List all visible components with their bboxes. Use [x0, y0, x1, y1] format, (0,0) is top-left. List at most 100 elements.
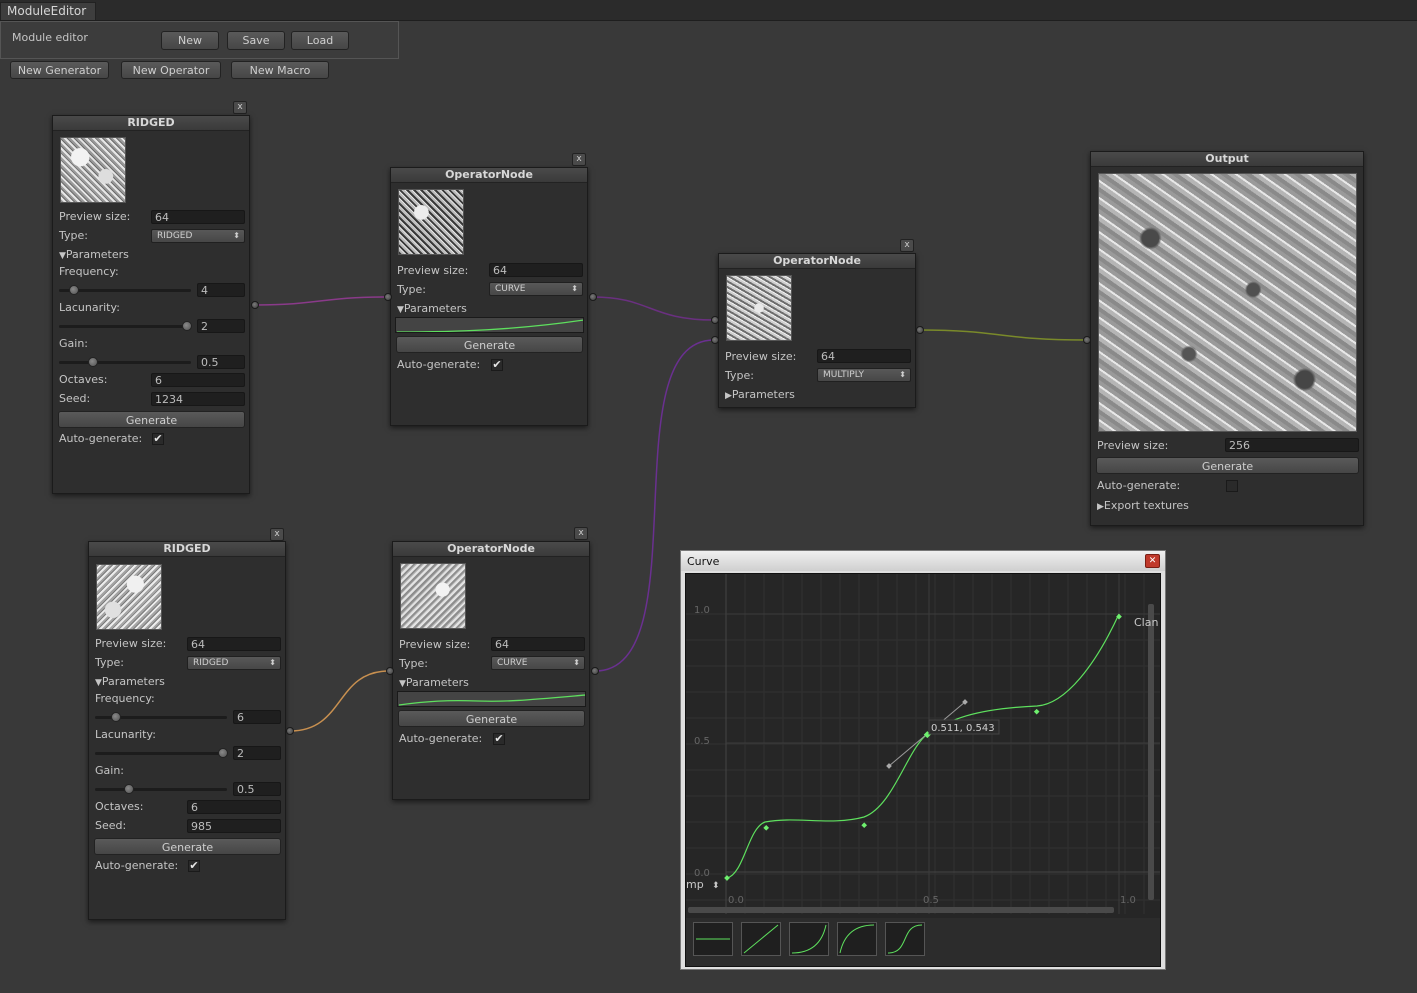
output-node[interactable]: Output Preview size: 256 Generate Auto-g… — [1090, 151, 1364, 526]
pre-wrap-mode-arrow-icon: ⬍ — [712, 881, 720, 891]
output-port[interactable] — [916, 326, 924, 334]
type-select[interactable]: CURVE ⬍ — [491, 656, 585, 670]
close-icon[interactable]: x — [270, 528, 284, 541]
curve-window-titlebar[interactable] — [681, 551, 1165, 571]
type-select[interactable]: RIDGED ⬍ — [187, 656, 281, 670]
input-port[interactable] — [384, 293, 392, 301]
auto-generate-checkbox[interactable]: ✔ — [493, 733, 505, 745]
curve-graph[interactable]: 1.0 0.5 0.0 0.0 0.5 1.0 Clan mp ⬍ 0.511,… — [686, 574, 1160, 966]
seed-label: Seed: — [95, 819, 127, 832]
generate-button[interactable]: Generate — [58, 411, 245, 428]
ridged-node-2[interactable]: RIDGED Preview size: 64 Type: RIDGED ⬍ ▼P… — [88, 541, 286, 920]
parameters-foldout[interactable]: ▼Parameters — [397, 302, 467, 315]
lacunarity-slider-track[interactable] — [95, 752, 227, 755]
preview-size-field[interactable]: 256 — [1225, 438, 1359, 452]
preview-size-field[interactable]: 64 — [187, 637, 281, 651]
output-port[interactable] — [251, 301, 259, 309]
parameters-foldout[interactable]: ▼Parameters — [399, 676, 469, 689]
octaves-field[interactable]: 6 — [151, 373, 245, 387]
gain-slider-track[interactable] — [59, 361, 191, 364]
lacunarity-slider-handle[interactable] — [218, 748, 228, 758]
lacunarity-field[interactable]: 2 — [197, 319, 245, 333]
node-title: OperatorNode — [391, 168, 587, 183]
curve-preview-field[interactable] — [395, 317, 584, 333]
gain-slider-handle[interactable] — [88, 357, 98, 367]
generate-button[interactable]: Generate — [1096, 457, 1359, 474]
lacunarity-slider-handle[interactable] — [182, 321, 192, 331]
generate-button[interactable]: Generate — [396, 336, 583, 353]
parameters-label: Parameters — [101, 675, 165, 688]
seed-field[interactable]: 985 — [187, 819, 281, 833]
lacunarity-field[interactable]: 2 — [233, 746, 281, 760]
node-title: RIDGED — [53, 116, 249, 131]
output-port[interactable] — [591, 667, 599, 675]
noise-preview-image — [96, 564, 162, 630]
preset-ease-out-icon — [839, 924, 875, 954]
parameters-foldout[interactable]: ▼Parameters — [95, 675, 165, 688]
octaves-field[interactable]: 6 — [187, 800, 281, 814]
auto-generate-label: Auto-generate: — [95, 859, 179, 872]
frequency-field[interactable]: 6 — [233, 710, 281, 724]
frequency-slider-handle[interactable] — [69, 285, 79, 295]
auto-generate-checkbox[interactable] — [1226, 480, 1238, 492]
operator-preview-image — [726, 275, 792, 341]
preset-linear[interactable] — [741, 922, 781, 956]
auto-generate-checkbox[interactable]: ✔ — [491, 359, 503, 371]
export-textures-foldout[interactable]: ▶Export textures — [1097, 499, 1189, 512]
seed-label: Seed: — [59, 392, 91, 405]
select-arrow-icon: ⬍ — [233, 231, 240, 240]
wire-ridged1-to-operator1 — [254, 296, 388, 306]
operator-node-3[interactable]: OperatorNode Preview size: 64 Type: MULT… — [718, 253, 916, 408]
gain-field[interactable]: 0.5 — [233, 782, 281, 796]
gain-slider-track[interactable] — [95, 788, 227, 791]
octaves-label: Octaves: — [95, 800, 144, 813]
x-tick-label: 0.5 — [923, 895, 939, 906]
auto-generate-checkbox[interactable]: ✔ — [188, 860, 200, 872]
input-port[interactable] — [1083, 336, 1091, 344]
output-port[interactable] — [589, 293, 597, 301]
generate-button[interactable]: Generate — [398, 710, 585, 727]
lacunarity-slider-track[interactable] — [59, 325, 191, 328]
type-select[interactable]: CURVE ⬍ — [489, 282, 583, 296]
preset-ease-in-out[interactable] — [885, 922, 925, 956]
preset-ease-in[interactable] — [789, 922, 829, 956]
frequency-slider-handle[interactable] — [111, 712, 121, 722]
gain-field[interactable]: 0.5 — [197, 355, 245, 369]
auto-generate-checkbox[interactable]: ✔ — [152, 433, 164, 445]
preview-size-field[interactable]: 64 — [489, 263, 583, 277]
type-select[interactable]: MULTIPLY ⬍ — [817, 368, 911, 382]
type-select[interactable]: RIDGED ⬍ — [151, 229, 245, 243]
parameters-foldout[interactable]: ▼Parameters — [59, 248, 129, 261]
close-icon[interactable]: x — [233, 101, 247, 114]
type-label: Type: — [399, 657, 428, 670]
preview-size-field[interactable]: 64 — [817, 349, 911, 363]
preview-size-field[interactable]: 64 — [151, 210, 245, 224]
curve-preview-field[interactable] — [397, 691, 586, 707]
input-port-a[interactable] — [711, 316, 719, 324]
generate-button[interactable]: Generate — [94, 838, 281, 855]
frequency-field[interactable]: 4 — [197, 283, 245, 297]
operator-node-1[interactable]: OperatorNode Preview size: 64 Type: CURV… — [390, 167, 588, 426]
preset-ease-out[interactable] — [837, 922, 877, 956]
seed-field[interactable]: 1234 — [151, 392, 245, 406]
select-arrow-icon: ⬍ — [571, 284, 578, 293]
input-port-b[interactable] — [711, 336, 719, 344]
gain-slider-handle[interactable] — [124, 784, 134, 794]
close-icon[interactable]: ✕ — [1145, 554, 1160, 568]
input-port[interactable] — [386, 667, 394, 675]
close-icon[interactable]: x — [900, 239, 914, 252]
operator-node-2[interactable]: OperatorNode Preview size: 64 Type: CURV… — [392, 541, 590, 800]
auto-generate-label: Auto-generate: — [59, 432, 143, 445]
preview-size-label: Preview size: — [399, 638, 471, 651]
auto-generate-label: Auto-generate: — [399, 732, 483, 745]
type-select-value: RIDGED — [193, 658, 229, 668]
ridged-node-1[interactable]: RIDGED Preview size: 64 Type: RIDGED ⬍ ▼P… — [52, 115, 250, 494]
preset-flat[interactable] — [693, 922, 733, 956]
preview-size-field[interactable]: 64 — [491, 637, 585, 651]
close-icon[interactable]: x — [574, 527, 588, 540]
operator-preview-image — [398, 189, 464, 255]
close-icon[interactable]: x — [572, 153, 586, 166]
node-title: RIDGED — [89, 542, 285, 557]
parameters-foldout[interactable]: ▶Parameters — [725, 388, 795, 401]
output-port[interactable] — [286, 727, 294, 735]
